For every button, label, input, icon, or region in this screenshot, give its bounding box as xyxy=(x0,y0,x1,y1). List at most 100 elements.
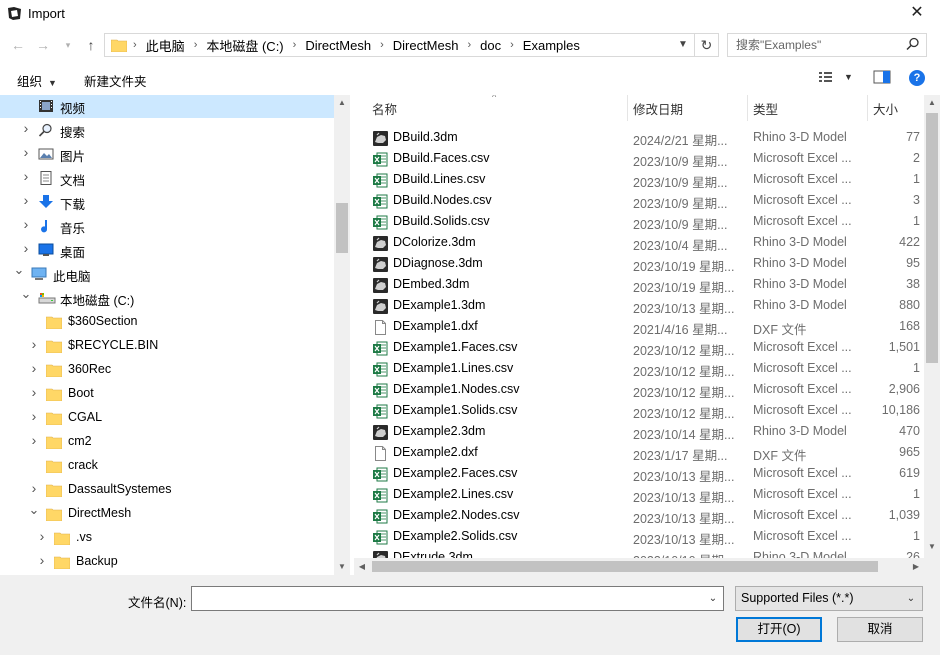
file-row[interactable]: DExample1.3dm 2023/10/13 星期... Rhino 3-D M… xyxy=(354,296,940,317)
chevron-right-icon[interactable]: › xyxy=(20,168,32,184)
chevron-down-icon[interactable]: ⌄ xyxy=(20,286,32,302)
open-button[interactable]: 打开(O) xyxy=(736,617,822,642)
nav-item[interactable]: ⌄ 本地磁盘 (C:) xyxy=(0,286,334,310)
nav-item[interactable]: › Backup xyxy=(0,550,334,574)
file-row[interactable]: DBuild.Nodes.csv 2023/10/9 星期... Microsoft… xyxy=(354,191,940,212)
file-row[interactable]: DBuild.Solids.csv 2023/10/9 星期... Microsof… xyxy=(354,212,940,233)
chevron-down-icon[interactable]: ⌄ xyxy=(904,587,918,610)
chevron-right-icon[interactable]: › xyxy=(28,336,40,352)
chevron-right-icon[interactable]: › xyxy=(28,408,40,424)
nav-item[interactable]: 视频 xyxy=(0,95,334,118)
nav-scrollbar[interactable]: ▲ ▼ xyxy=(334,95,350,575)
file-type-select[interactable]: Supported Files (*.*) ⌄ xyxy=(735,586,923,611)
breadcrumb-chevron-icon[interactable]: › xyxy=(510,39,514,51)
file-row[interactable]: DExample2.Solids.csv 2023/10/13 星期... Micr… xyxy=(354,527,940,548)
file-row[interactable]: DExample1.dxf 2021/4/16 星期... DXF 文件 168 xyxy=(354,317,940,338)
chevron-down-icon[interactable]: ⌄ xyxy=(705,587,721,610)
file-row[interactable]: DExample1.Nodes.csv 2023/10/12 星期... Micro… xyxy=(354,380,940,401)
scroll-left-icon[interactable]: ◀ xyxy=(354,559,370,575)
column-header-type[interactable]: 类型 xyxy=(753,95,778,121)
horizontal-scrollbar[interactable]: ◀ ▶ xyxy=(354,558,924,575)
chevron-right-icon[interactable]: › xyxy=(20,120,32,136)
chevron-down-icon[interactable]: ⌄ xyxy=(13,262,25,278)
nav-item[interactable]: › 下载 xyxy=(0,190,334,214)
breadcrumb-chevron-icon[interactable]: › xyxy=(467,39,471,51)
file-row[interactable]: DExample1.Faces.csv 2023/10/12 星期... Micro… xyxy=(354,338,940,359)
file-row[interactable]: DColorize.3dm 2023/10/4 星期... Rhino 3-D Mo… xyxy=(354,233,940,254)
address-bar[interactable]: › 此电脑 › 本地磁盘 (C:) › DirectMesh › DirectM… xyxy=(104,33,719,57)
preview-pane-icon[interactable] xyxy=(873,70,891,84)
scrollbar-thumb[interactable] xyxy=(336,203,348,253)
breadcrumb-item[interactable]: doc xyxy=(480,38,501,53)
view-dropdown-icon[interactable]: ▼ xyxy=(844,72,853,82)
forward-arrow-icon[interactable]: → xyxy=(33,34,53,56)
breadcrumb-item[interactable]: DirectMesh xyxy=(305,38,371,53)
file-list[interactable]: 名称 ^ 修改日期 类型 大小 DBuild.3dm 2024/2/21 星期..… xyxy=(354,95,940,575)
chevron-right-icon[interactable]: › xyxy=(36,528,48,544)
chevron-right-icon[interactable]: › xyxy=(20,192,32,208)
file-row[interactable]: DEmbed.3dm 2023/10/19 星期... Rhino 3-D Mode… xyxy=(354,275,940,296)
file-row[interactable]: DExample1.Lines.csv 2023/10/12 星期... Micro… xyxy=(354,359,940,380)
file-row[interactable]: DExample2.Faces.csv 2023/10/13 星期... Micro… xyxy=(354,464,940,485)
breadcrumb-item[interactable]: 本地磁盘 (C:) xyxy=(206,36,283,55)
nav-item[interactable]: crack xyxy=(0,454,334,478)
nav-item[interactable]: › 桌面 xyxy=(0,238,334,262)
refresh-icon[interactable]: ↻ xyxy=(694,34,718,56)
nav-item[interactable]: ⌄ 此电脑 xyxy=(0,262,334,286)
nav-item[interactable]: › DassaultSystemes xyxy=(0,478,334,502)
file-row[interactable]: DBuild.Lines.csv 2023/10/9 星期... Microsoft… xyxy=(354,170,940,191)
search-icon[interactable] xyxy=(906,37,920,51)
up-arrow-icon[interactable]: ↑ xyxy=(81,34,101,56)
recent-chevron-icon[interactable]: ▾ xyxy=(61,34,75,56)
chevron-down-icon[interactable]: ⌄ xyxy=(28,502,40,518)
chevron-right-icon[interactable]: › xyxy=(36,552,48,568)
breadcrumb-item[interactable]: Examples xyxy=(523,38,580,53)
back-arrow-icon[interactable]: ← xyxy=(8,34,28,56)
scroll-right-icon[interactable]: ▶ xyxy=(908,559,924,575)
file-row[interactable]: DBuild.3dm 2024/2/21 星期... Rhino 3-D Model… xyxy=(354,128,940,149)
breadcrumb-chevron-icon[interactable]: › xyxy=(133,39,137,51)
address-dropdown-icon[interactable]: ▼ xyxy=(674,34,692,56)
organize-button[interactable]: 组织 ▼ xyxy=(17,71,57,90)
help-icon[interactable]: ? xyxy=(909,70,925,86)
file-row[interactable]: DExample2.3dm 2023/10/14 星期... Rhino 3-D M… xyxy=(354,422,940,443)
column-header-date[interactable]: 修改日期 xyxy=(633,95,683,121)
chevron-right-icon[interactable]: › xyxy=(28,384,40,400)
nav-item[interactable]: › 搜索 xyxy=(0,118,334,142)
cancel-button[interactable]: 取消 xyxy=(837,617,923,642)
nav-item[interactable]: › 音乐 xyxy=(0,214,334,238)
column-divider[interactable] xyxy=(627,95,628,121)
nav-item[interactable]: › $RECYCLE.BIN xyxy=(0,334,334,358)
file-row[interactable]: DExample2.dxf 2023/1/17 星期... DXF 文件 965 xyxy=(354,443,940,464)
chevron-right-icon[interactable]: › xyxy=(28,432,40,448)
scroll-up-icon[interactable]: ▲ xyxy=(334,95,350,111)
scroll-down-icon[interactable]: ▼ xyxy=(334,559,350,575)
column-divider[interactable] xyxy=(747,95,748,121)
scrollbar-thumb[interactable] xyxy=(926,113,938,363)
scroll-up-icon[interactable]: ▲ xyxy=(924,95,940,111)
file-row[interactable]: DExample2.Nodes.csv 2023/10/13 星期... Micro… xyxy=(354,506,940,527)
chevron-right-icon[interactable]: › xyxy=(20,216,32,232)
nav-item[interactable]: › cm2 xyxy=(0,430,334,454)
breadcrumb-item[interactable]: DirectMesh xyxy=(393,38,459,53)
search-input[interactable] xyxy=(728,34,903,56)
chevron-right-icon[interactable]: › xyxy=(20,144,32,160)
nav-item[interactable]: ⌄ DirectMesh xyxy=(0,502,334,526)
file-row[interactable]: DExample1.Solids.csv 2023/10/12 星期... Micr… xyxy=(354,401,940,422)
file-row[interactable]: DBuild.Faces.csv 2023/10/9 星期... Microsoft… xyxy=(354,149,940,170)
breadcrumb-chevron-icon[interactable]: › xyxy=(194,39,198,51)
view-options-icon[interactable] xyxy=(818,70,836,84)
nav-item[interactable]: $360Section xyxy=(0,310,334,334)
nav-item[interactable]: › 360Rec xyxy=(0,358,334,382)
chevron-right-icon[interactable]: › xyxy=(28,360,40,376)
column-header-name[interactable]: 名称 xyxy=(372,95,397,121)
breadcrumb-chevron-icon[interactable]: › xyxy=(380,39,384,51)
file-row[interactable]: DDiagnose.3dm 2023/10/19 星期... Rhino 3-D M… xyxy=(354,254,940,275)
nav-item[interactable]: › CGAL xyxy=(0,406,334,430)
file-row[interactable]: DExample2.Lines.csv 2023/10/13 星期... Micro… xyxy=(354,485,940,506)
nav-item[interactable]: › 文档 xyxy=(0,166,334,190)
column-divider[interactable] xyxy=(867,95,868,121)
scroll-down-icon[interactable]: ▼ xyxy=(924,539,940,555)
new-folder-button[interactable]: 新建文件夹 xyxy=(84,71,147,90)
navigation-pane[interactable]: 视频 › 搜索 › 图片 › 文档 › 下载 › 音乐 › 桌面 ⌄ 此电脑 ⌄ 本地磁盘 (C:) $360Se… xyxy=(0,95,350,575)
